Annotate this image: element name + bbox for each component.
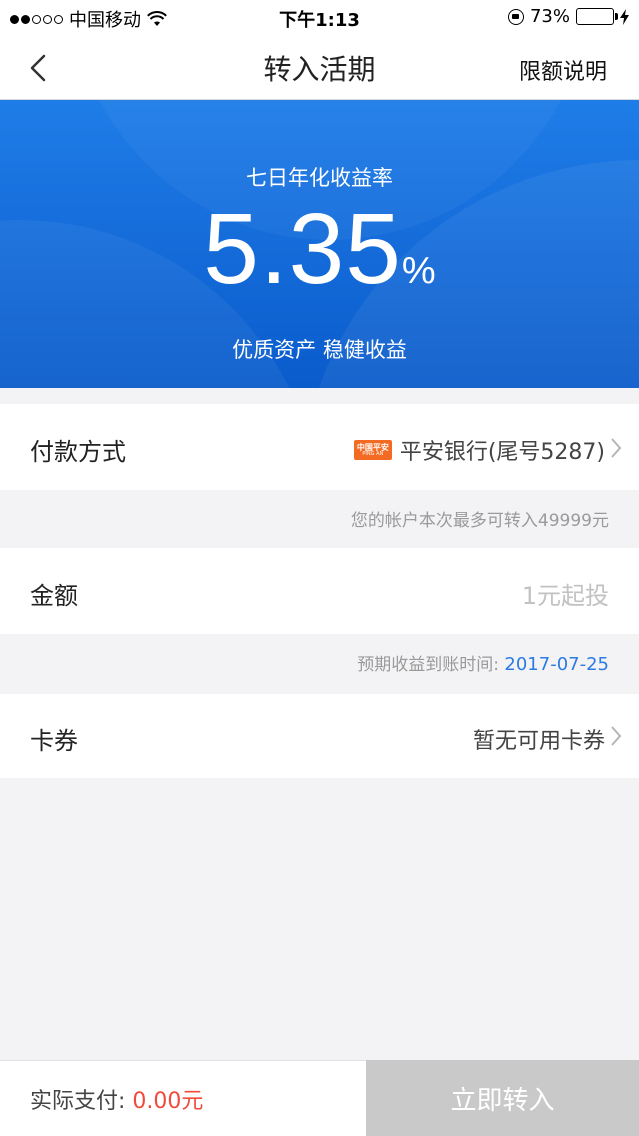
yield-banner: 七日年化收益率 5.35% 优质资产 稳健收益 xyxy=(0,100,639,388)
amount-label: 金额 xyxy=(30,582,78,610)
status-bar: 中国移动 下午1:13 73% xyxy=(0,0,639,34)
transfer-in-button[interactable]: 立即转入 xyxy=(366,1060,639,1136)
yield-label: 七日年化收益率 xyxy=(246,166,393,190)
actual-payment-amount: 0.00元 xyxy=(132,1089,204,1114)
chevron-right-icon xyxy=(611,438,622,458)
bank-logo: 中国平安 PING AN xyxy=(353,440,392,460)
yield-rate-value: 5.35 xyxy=(203,193,402,305)
bank-name: 平安银行(尾号5287) xyxy=(399,440,605,465)
nav-bar: 转入活期 限额说明 xyxy=(0,34,639,100)
amount-input[interactable]: 1元起投 xyxy=(522,576,609,611)
status-right: 73% xyxy=(507,6,629,27)
actual-payment-label: 实际支付: xyxy=(30,1089,126,1114)
arrival-date: 2017-07-25 xyxy=(504,654,609,675)
payment-method-label: 付款方式 xyxy=(30,438,126,466)
chevron-right-icon xyxy=(611,726,622,746)
amount-row[interactable]: 金额 1元起投 xyxy=(0,548,639,634)
battery-icon xyxy=(576,8,618,25)
yield-rate-unit: % xyxy=(401,250,436,292)
actual-payment: 实际支付: 0.00元 xyxy=(30,1083,203,1115)
transfer-limit-hint: 您的帐户本次最多可转入49999元 xyxy=(350,511,609,531)
coupon-label: 卡券 xyxy=(30,727,78,755)
charging-icon xyxy=(620,8,629,25)
coupon-row[interactable]: 卡券 暂无可用卡券 xyxy=(0,694,639,778)
payment-method-value: 中国平安 PING AN 平安银行(尾号5287) xyxy=(353,434,605,466)
battery-percent: 73% xyxy=(529,6,570,27)
banner-slogan: 优质资产 稳健收益 xyxy=(232,338,407,362)
bottom-bar: 实际支付: 0.00元 立即转入 xyxy=(0,1060,639,1136)
arrival-hint-label: 预期收益到账时间: xyxy=(357,655,499,675)
coupon-value: 暂无可用卡券 xyxy=(472,729,605,754)
arrival-hint: 预期收益到账时间: 2017-07-25 xyxy=(0,650,639,675)
rotation-lock-icon xyxy=(507,8,524,25)
payment-method-row[interactable]: 付款方式 中国平安 PING AN 平安银行(尾号5287) xyxy=(0,404,639,490)
yield-rate: 5.35% xyxy=(0,192,639,307)
bank-logo-subtext: PING AN xyxy=(362,450,384,457)
limit-info-link[interactable]: 限额说明 xyxy=(519,54,607,86)
